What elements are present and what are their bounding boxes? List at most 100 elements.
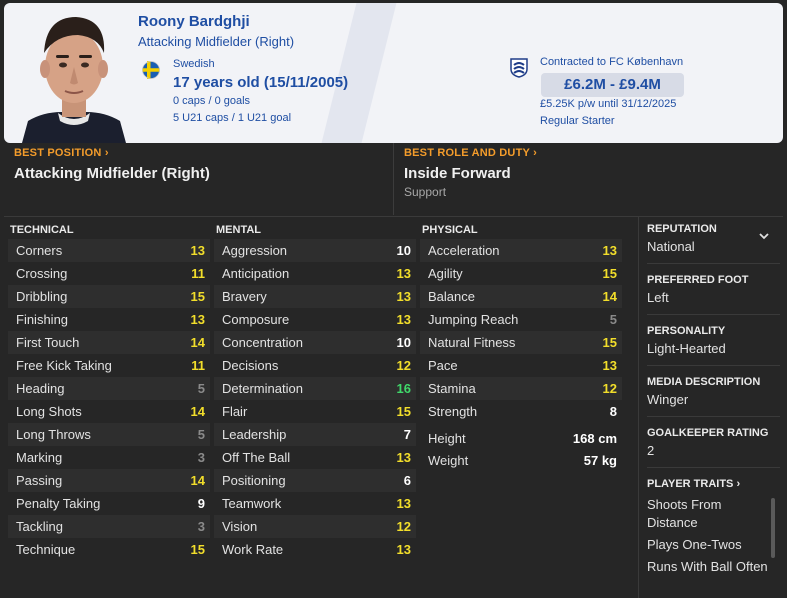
media-description-label: MEDIA DESCRIPTION [647, 376, 761, 388]
attribute-row[interactable]: Work Rate 13 [214, 538, 416, 561]
player-traits-list: Shoots From Distance Plays One-Twos Runs… [647, 496, 769, 576]
attribute-value: 13 [396, 542, 411, 557]
attribute-name: Agility [428, 266, 463, 281]
attribute-row[interactable]: Free Kick Taking 11 [8, 354, 210, 377]
preferred-foot-label: PREFERRED FOOT [647, 274, 749, 286]
attribute-value: 14 [602, 289, 617, 304]
height-value: 168 cm [572, 430, 617, 446]
attribute-row[interactable]: Crossing 11 [8, 262, 210, 285]
attribute-row[interactable]: Penalty Taking 9 [8, 492, 210, 515]
height-row: Height 168 cm [420, 427, 622, 449]
attribute-row[interactable]: Strength 8 [420, 400, 622, 423]
sweden-flag-icon[interactable] [142, 61, 160, 79]
attribute-name: Bravery [222, 289, 267, 304]
attribute-name: Finishing [16, 312, 69, 327]
technical-rows: Corners 13 Crossing 11 Dribbling 15 Finishing 1… [8, 239, 210, 561]
player-trait: Shoots From Distance [647, 497, 722, 530]
attribute-name: Off The Ball [222, 450, 291, 465]
attribute-row[interactable]: Decisions 12 [214, 354, 416, 377]
attribute-value: 12 [396, 519, 411, 534]
attribute-row[interactable]: Tackling 3 [8, 515, 210, 538]
attribute-row[interactable]: Dribbling 15 [8, 285, 210, 308]
attribute-row[interactable]: Balance 14 [420, 285, 622, 308]
attribute-row[interactable]: Concentration 10 [214, 331, 416, 354]
best-role-link[interactable]: BEST ROLE AND DUTY › [404, 147, 537, 159]
attribute-row[interactable]: Agility 15 [420, 262, 622, 285]
attribute-value: 14 [190, 404, 205, 419]
goalkeeper-rating-label: GOALKEEPER RATING [647, 427, 769, 439]
player-header-card: Roony Bardghji Attacking Midfielder (Rig… [4, 3, 783, 143]
attribute-value: 6 [403, 473, 411, 488]
attribute-value: 11 [191, 358, 205, 373]
attribute-row[interactable]: Composure 13 [214, 308, 416, 331]
attribute-row[interactable]: Corners 13 [8, 239, 210, 262]
player-u21-caps: 5 U21 caps / 1 U21 goal [173, 112, 292, 124]
attribute-row[interactable]: Long Throws 5 [8, 423, 210, 446]
weight-label: Weight [428, 452, 469, 468]
attribute-row[interactable]: Aggression 10 [214, 239, 416, 262]
attribute-name: Long Shots [16, 404, 82, 419]
attribute-name: Leadership [222, 427, 287, 442]
traits-scrollbar[interactable] [771, 498, 775, 558]
attribute-row[interactable]: Flair 15 [214, 400, 416, 423]
attribute-row[interactable]: Teamwork 13 [214, 492, 416, 515]
preferred-foot-section: PREFERRED FOOT Left [647, 274, 780, 305]
attribute-name: Technique [16, 542, 76, 557]
attribute-row[interactable]: Acceleration 13 [420, 239, 622, 262]
attribute-row[interactable]: Long Shots 14 [8, 400, 210, 423]
best-position-section: BEST POSITION › Attacking Midfielder (Ri… [14, 147, 210, 182]
attribute-value: 10 [396, 243, 411, 258]
attribute-row[interactable]: Pace 13 [420, 354, 622, 377]
attribute-value: 15 [190, 542, 205, 557]
technical-heading: TECHNICAL [10, 224, 74, 236]
sidebar-divider [647, 314, 780, 315]
chevron-down-icon[interactable] [759, 229, 769, 243]
attribute-row[interactable]: First Touch 14 [8, 331, 210, 354]
attribute-value: 15 [602, 335, 617, 350]
attribute-value: 13 [190, 312, 205, 327]
attribute-name: Determination [222, 381, 303, 396]
attribute-value: 10 [396, 335, 411, 350]
player-photo [18, 9, 130, 143]
attribute-row[interactable]: Positioning 6 [214, 469, 416, 492]
attribute-row[interactable]: Bravery 13 [214, 285, 416, 308]
attribute-name: Natural Fitness [428, 335, 516, 350]
attribute-row[interactable]: Technique 15 [8, 538, 210, 561]
preferred-foot-value: Left [647, 290, 669, 305]
attribute-value: 14 [190, 473, 205, 488]
best-role-value: Inside Forward [404, 165, 511, 182]
attribute-row[interactable]: Off The Ball 13 [214, 446, 416, 469]
sidebar-divider [647, 365, 780, 366]
personality-section: PERSONALITY Light-Hearted [647, 325, 780, 356]
attribute-name: Corners [16, 243, 63, 258]
attribute-value: 13 [190, 243, 205, 258]
contract-club[interactable]: Contracted to FC København [540, 56, 683, 68]
attribute-name: Penalty Taking [16, 496, 101, 511]
attribute-value: 14 [190, 335, 205, 350]
attribute-value: 13 [396, 266, 411, 281]
best-position-link[interactable]: BEST POSITION › [14, 147, 210, 159]
physical-attributes: PHYSICAL Acceleration 13 Agility 15 Balance 1… [420, 222, 622, 471]
attribute-name: Strength [428, 404, 478, 419]
attribute-name: Heading [16, 381, 65, 396]
attribute-row[interactable]: Vision 12 [214, 515, 416, 538]
attribute-row[interactable]: Passing 14 [8, 469, 210, 492]
attribute-value: 9 [197, 496, 205, 511]
goalkeeper-rating-section: GOALKEEPER RATING 2 [647, 427, 780, 458]
attribute-row[interactable]: Natural Fitness 15 [420, 331, 622, 354]
attribute-row[interactable]: Jumping Reach 5 [420, 308, 622, 331]
attribute-row[interactable]: Stamina 12 [420, 377, 622, 400]
player-traits-link[interactable]: PLAYER TRAITS › [647, 478, 780, 490]
attribute-row[interactable]: Determination 16 [214, 377, 416, 400]
club-badge-icon[interactable] [510, 58, 528, 78]
attribute-name: Jumping Reach [428, 312, 519, 327]
technical-attributes: TECHNICAL Corners 13 Crossing 11 Dribbling 15… [8, 222, 210, 561]
section-divider [393, 143, 394, 215]
attribute-row[interactable]: Anticipation 13 [214, 262, 416, 285]
attribute-value: 15 [190, 289, 205, 304]
attribute-row[interactable]: Finishing 13 [8, 308, 210, 331]
height-label: Height [428, 430, 466, 446]
attribute-row[interactable]: Leadership 7 [214, 423, 416, 446]
attribute-row[interactable]: Heading 5 [8, 377, 210, 400]
attribute-row[interactable]: Marking 3 [8, 446, 210, 469]
